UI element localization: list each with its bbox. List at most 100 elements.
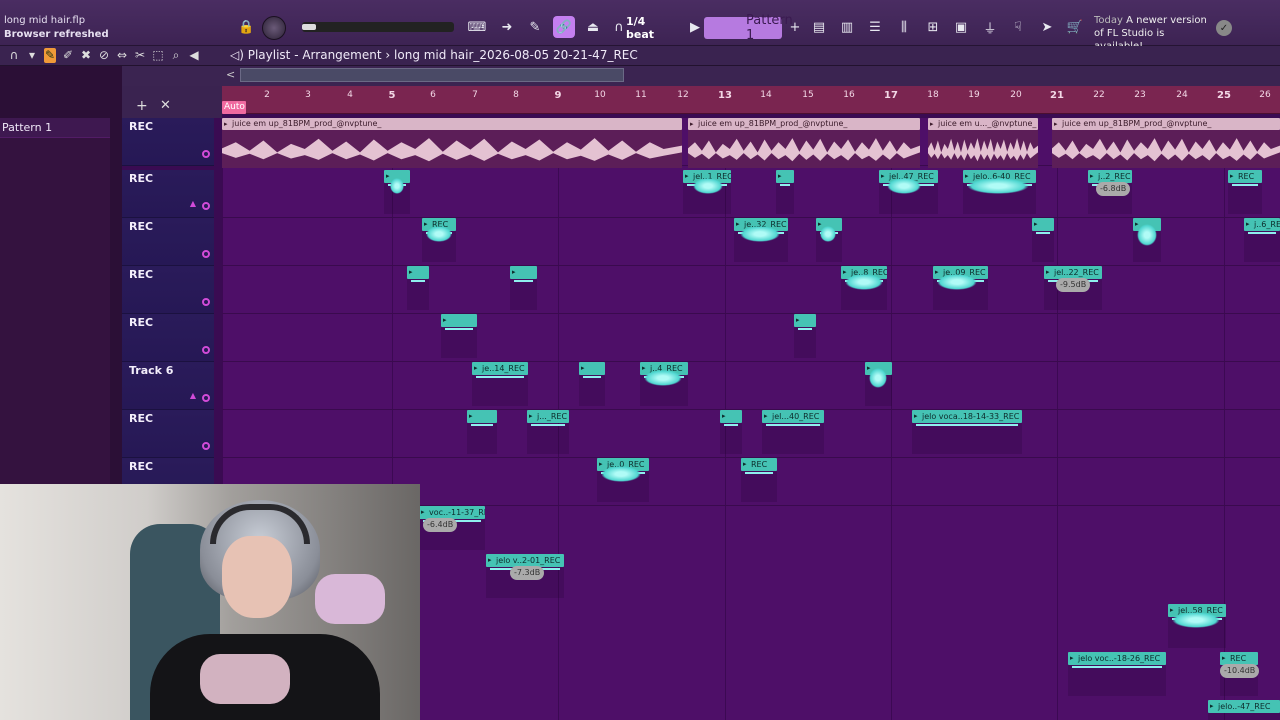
vocal-clip[interactable] xyxy=(1032,218,1054,262)
track-header[interactable]: REC xyxy=(122,218,214,266)
track-row[interactable] xyxy=(222,266,1280,314)
metronome-icon[interactable]: ⏏ xyxy=(582,16,604,38)
vocal-clip[interactable] xyxy=(510,266,537,310)
track-active-icon[interactable] xyxy=(202,150,210,158)
track-active-icon[interactable] xyxy=(202,394,210,402)
play-icon[interactable]: ▶ xyxy=(684,16,706,38)
vocal-clip[interactable]: j..4_REC xyxy=(640,362,688,406)
zoom-icon[interactable]: ⌕ xyxy=(170,48,182,63)
vocal-clip[interactable] xyxy=(720,410,742,454)
add-track-icon[interactable]: + xyxy=(136,98,148,114)
mixer-icon[interactable]: ⫼ xyxy=(893,16,915,38)
track-header[interactable]: REC xyxy=(122,266,214,314)
channel-rack-icon[interactable]: ☰ xyxy=(864,16,886,38)
playlist-icon[interactable]: ▤ xyxy=(808,16,830,38)
vocal-clip[interactable]: j..2_REC-6.8dB xyxy=(1088,170,1132,214)
automation-tag[interactable]: Auto xyxy=(222,101,246,114)
news-icon[interactable]: ✓ xyxy=(1216,20,1232,36)
vocal-clip[interactable]: jelo v..2-01_REC-7.3dB xyxy=(486,554,564,598)
vocal-clip[interactable] xyxy=(776,170,794,214)
vocal-clip[interactable]: je..14_REC xyxy=(472,362,528,406)
browser-icon[interactable]: ⊞ xyxy=(922,16,944,38)
track-up-icon[interactable]: ▲ xyxy=(190,199,196,208)
track-active-icon[interactable] xyxy=(202,298,210,306)
track-up-icon[interactable]: ▲ xyxy=(190,391,196,400)
vocal-clip[interactable]: voc..-11-37_REC-6.4dB xyxy=(419,506,485,550)
vocal-clip[interactable]: jelo voc..-18-26_REC xyxy=(1068,652,1166,696)
lock-icon[interactable]: 🔒 xyxy=(238,16,254,38)
track-row[interactable] xyxy=(222,314,1280,362)
vocal-clip[interactable]: jel...40_REC xyxy=(762,410,824,454)
vocal-clip[interactable]: REC xyxy=(422,218,456,262)
vocal-clip[interactable]: je..32_REC xyxy=(734,218,788,262)
draw-icon[interactable]: ✎ xyxy=(44,48,56,63)
track-header[interactable]: REC ▲ xyxy=(122,170,214,218)
pattern-item[interactable]: Pattern 1 xyxy=(0,118,110,138)
audio-clip[interactable]: juice em up_81BPM_prod_@nvptune_ xyxy=(688,118,920,168)
send-icon[interactable]: ➤ xyxy=(1036,16,1058,38)
vocal-clip[interactable]: j..6_REC xyxy=(1244,218,1280,262)
snap-icon[interactable]: ∩ xyxy=(8,48,20,63)
shop-icon[interactable]: 🛒 xyxy=(1064,16,1086,38)
vocal-clip[interactable]: jel..58_REC xyxy=(1168,604,1226,648)
vocal-clip[interactable] xyxy=(865,362,892,406)
timeline-ruler[interactable]: 2 3 4 5 6 7 8 9 10 11 12 13 14 15 16 17 … xyxy=(222,86,1280,114)
paint-icon[interactable]: ✐ xyxy=(62,48,74,63)
close-icon[interactable]: ✕ xyxy=(160,98,171,113)
delete-icon[interactable]: ✖ xyxy=(80,48,92,63)
mute-icon[interactable]: ⊘ xyxy=(98,48,110,63)
vocal-clip[interactable]: jelo voca..18-14-33_REC xyxy=(912,410,1022,454)
track-header[interactable]: Track 6 ▲ xyxy=(122,362,214,410)
touch-keyboard-icon[interactable]: ☟ xyxy=(1007,16,1029,38)
master-pitch-slider[interactable] xyxy=(302,22,454,32)
piano-roll-icon[interactable]: ▥ xyxy=(836,16,858,38)
scroll-left-icon[interactable]: < xyxy=(226,68,235,81)
track-row[interactable] xyxy=(222,362,1280,410)
add-pattern-button[interactable]: + xyxy=(784,16,806,38)
audio-clip[interactable]: juice em up_81BPM_prod_@nvptune_ xyxy=(1052,118,1280,168)
vocal-clip[interactable]: je..0_REC xyxy=(597,458,649,502)
pencil-icon[interactable]: ✎ xyxy=(524,16,546,38)
vocal-clip[interactable]: j..._REC xyxy=(527,410,569,454)
overview-window[interactable] xyxy=(240,68,624,82)
track-active-icon[interactable] xyxy=(202,202,210,210)
vocal-clip[interactable] xyxy=(384,170,410,214)
track-active-icon[interactable] xyxy=(202,346,210,354)
master-volume-knob[interactable] xyxy=(262,16,286,40)
vocal-clip[interactable]: jelo..6-40_REC xyxy=(963,170,1036,214)
track-row[interactable] xyxy=(222,410,1280,458)
menu-icon[interactable]: ▾ xyxy=(26,48,38,63)
track-header[interactable]: REC xyxy=(122,314,214,362)
vocal-clip[interactable]: REC xyxy=(741,458,777,502)
vocal-clip[interactable] xyxy=(467,410,497,454)
plugin-picker-icon[interactable]: ⏚ xyxy=(979,16,1001,38)
vocal-clip[interactable] xyxy=(1133,218,1161,262)
vocal-clip[interactable]: je..8_REC xyxy=(841,266,887,310)
track-active-icon[interactable] xyxy=(202,250,210,258)
vocal-clip[interactable]: REC xyxy=(1228,170,1262,214)
slip-icon[interactable]: ⇔ xyxy=(116,48,128,63)
snap-selector[interactable]: 1/4 beat xyxy=(626,15,674,41)
arrow-right-icon[interactable]: ➜ xyxy=(496,16,518,38)
track-header[interactable]: REC xyxy=(122,410,214,458)
speaker-icon[interactable]: ◀ xyxy=(188,48,200,63)
vocal-clip[interactable]: jelo..-47_REC xyxy=(1208,700,1280,720)
slice-icon[interactable]: ✂ xyxy=(134,48,146,63)
arrangement-name[interactable]: long mid hair_2026-08-05 20-21-47_REC xyxy=(394,48,638,62)
audio-clip[interactable]: juice em u..._@nvptune_ xyxy=(928,118,1038,168)
speaker-toggle-icon[interactable]: ◁) xyxy=(230,48,248,62)
select-icon[interactable]: ⬚ xyxy=(152,48,164,63)
pattern-selector[interactable]: Pattern 1 xyxy=(704,13,793,43)
vocal-clip[interactable]: je..09_REC xyxy=(933,266,988,310)
vocal-clip[interactable]: jel..1_REC xyxy=(683,170,731,214)
vocal-clip[interactable] xyxy=(816,218,842,262)
vocal-clip[interactable] xyxy=(407,266,429,310)
vocal-clip[interactable] xyxy=(579,362,605,406)
arrangement-overview[interactable]: < xyxy=(122,66,1280,86)
link-icon[interactable]: 🔗 xyxy=(553,16,575,38)
vocal-clip[interactable] xyxy=(794,314,816,358)
track-active-icon[interactable] xyxy=(202,442,210,450)
track-header[interactable]: REC xyxy=(122,118,214,166)
vocal-clip[interactable]: jel..47_REC xyxy=(879,170,938,214)
vocal-clip[interactable]: REC-10.4dB xyxy=(1220,652,1260,696)
